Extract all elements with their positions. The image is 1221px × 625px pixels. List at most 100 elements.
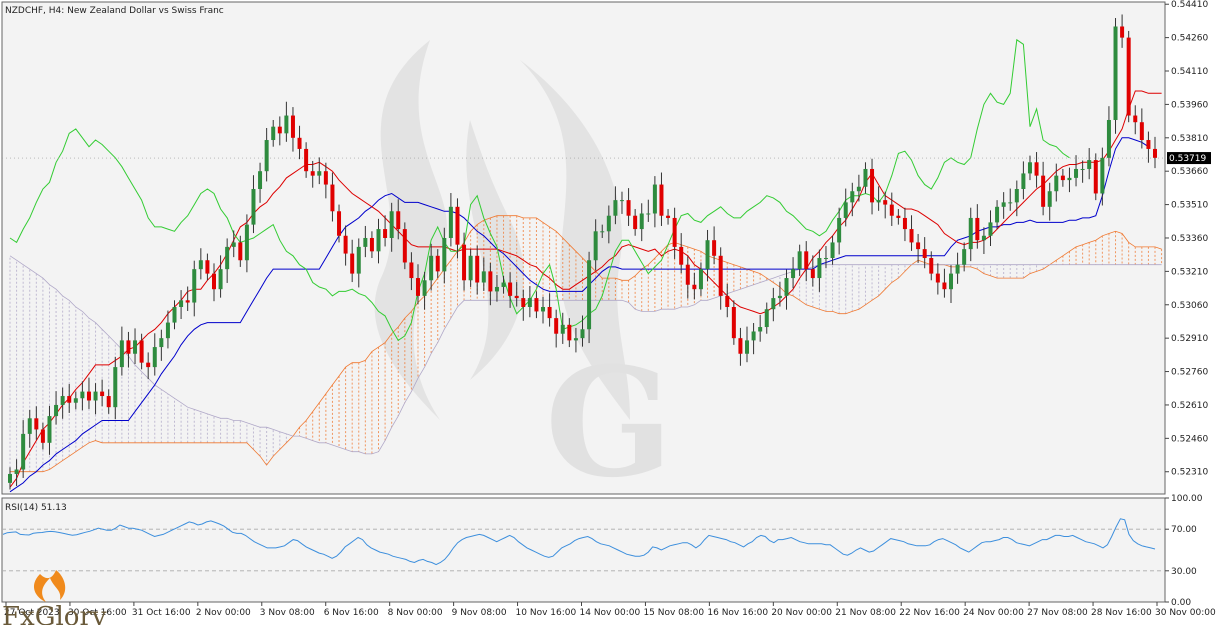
candle-body [718, 255, 723, 296]
candle-body [1021, 173, 1026, 190]
candle-body [541, 306, 546, 312]
candle-body [685, 264, 690, 285]
candle-body [317, 171, 322, 176]
candle-body [14, 469, 19, 474]
candle-body [738, 338, 743, 354]
candle-body [330, 184, 335, 212]
candle-body [343, 235, 348, 254]
y-tick-label: 0.53810 [1171, 134, 1208, 144]
candle-body [501, 282, 506, 287]
x-tick-label: 22 Nov 16:00 [899, 608, 960, 618]
candle-body [468, 255, 473, 281]
x-tick-label: 9 Nov 08:00 [452, 608, 507, 618]
candle-body [916, 242, 921, 250]
logo-wordmark: FxGlory [2, 602, 107, 625]
candle-body [777, 295, 782, 299]
candle-body [54, 404, 59, 417]
candle-body [1074, 168, 1079, 178]
candle-body [284, 115, 289, 134]
price-axis: 0.54410 0.54260 0.54110 0.53960 0.53810 0.536… [1165, 0, 1208, 478]
candle-body [455, 206, 460, 245]
candle-body [1080, 168, 1085, 170]
y-tick-label: 0.52310 [1171, 468, 1208, 478]
candle-body [494, 286, 499, 292]
candle-body [698, 269, 703, 290]
candle-body [409, 262, 414, 279]
candle-body [1034, 162, 1039, 176]
candle-body [323, 171, 328, 185]
candle-body [731, 306, 736, 339]
y-tick-label: 0.53660 [1171, 167, 1208, 177]
y-tick-label: 0.53060 [1171, 301, 1208, 311]
candle-body [1139, 122, 1144, 141]
candle-body [712, 240, 717, 256]
candle-body [119, 340, 124, 368]
rsi-tick-label: 30.00 [1171, 567, 1197, 577]
candle-body [159, 338, 164, 348]
candle-body [626, 200, 631, 216]
candle-body [988, 222, 993, 236]
candle-body [909, 229, 914, 243]
candle-body [1100, 157, 1105, 194]
candle-body [238, 242, 243, 261]
candle-body [843, 202, 848, 218]
candle-body [573, 338, 578, 341]
candle-body [218, 269, 223, 290]
candle-body [402, 229, 407, 263]
candle [1113, 18, 1118, 134]
x-tick-label: 30 Nov 00:00 [1155, 608, 1216, 618]
candle-body [797, 251, 802, 270]
ichimoku-chart[interactable]: G 0.544100.542600.541100.539600.538100.5… [0, 0, 1221, 625]
candle-body [363, 237, 368, 247]
x-tick-label: 16 Nov 16:00 [707, 608, 768, 618]
candle-body [86, 391, 91, 401]
candle-body [304, 148, 309, 172]
candle-body [817, 258, 822, 279]
candle-body [1027, 162, 1032, 174]
candle-body [40, 429, 45, 443]
x-tick-label: 3 Nov 08:00 [260, 608, 315, 618]
candle-body [106, 396, 111, 408]
candle-body [580, 329, 585, 339]
y-tick-label: 0.54410 [1171, 0, 1208, 10]
x-tick-label: 6 Nov 16:00 [324, 608, 379, 618]
candle-body [942, 282, 947, 290]
watermark-letter: G [545, 335, 673, 511]
candle-body [442, 237, 447, 272]
candle-body [152, 347, 157, 368]
candle-body [1008, 202, 1013, 204]
candle-body [784, 278, 789, 296]
candle-body [764, 309, 769, 328]
candle-body [1014, 189, 1019, 203]
candle-body [1067, 177, 1072, 181]
candle-body [1120, 26, 1125, 38]
candle-body [962, 249, 967, 265]
candle-body [889, 204, 894, 216]
candle-body [613, 200, 618, 216]
candle-body [646, 213, 651, 215]
candle-body [337, 211, 342, 236]
candle-body [435, 255, 440, 272]
candle-body [870, 168, 875, 203]
candle-body [751, 331, 756, 341]
x-tick-label: 24 Nov 00:00 [963, 608, 1024, 618]
candle-body [350, 253, 355, 274]
candle-body [34, 418, 39, 430]
candle-body [93, 391, 98, 401]
candle-body [198, 260, 203, 270]
rsi-label: RSI(14) 51.13 [5, 503, 67, 513]
candle-body [1054, 175, 1059, 192]
candle-body [422, 280, 427, 296]
x-tick-label: 15 Nov 08:00 [643, 608, 704, 618]
candle [402, 222, 407, 270]
candle-body [389, 211, 394, 238]
candle-body [652, 184, 657, 214]
candle-body [856, 186, 861, 192]
candle-body [935, 273, 940, 283]
candle-body [725, 295, 730, 307]
candle-body [791, 269, 796, 279]
candle-body [146, 362, 151, 368]
candle-body [554, 318, 559, 334]
candle-body [165, 322, 170, 339]
candle-body [606, 215, 611, 232]
